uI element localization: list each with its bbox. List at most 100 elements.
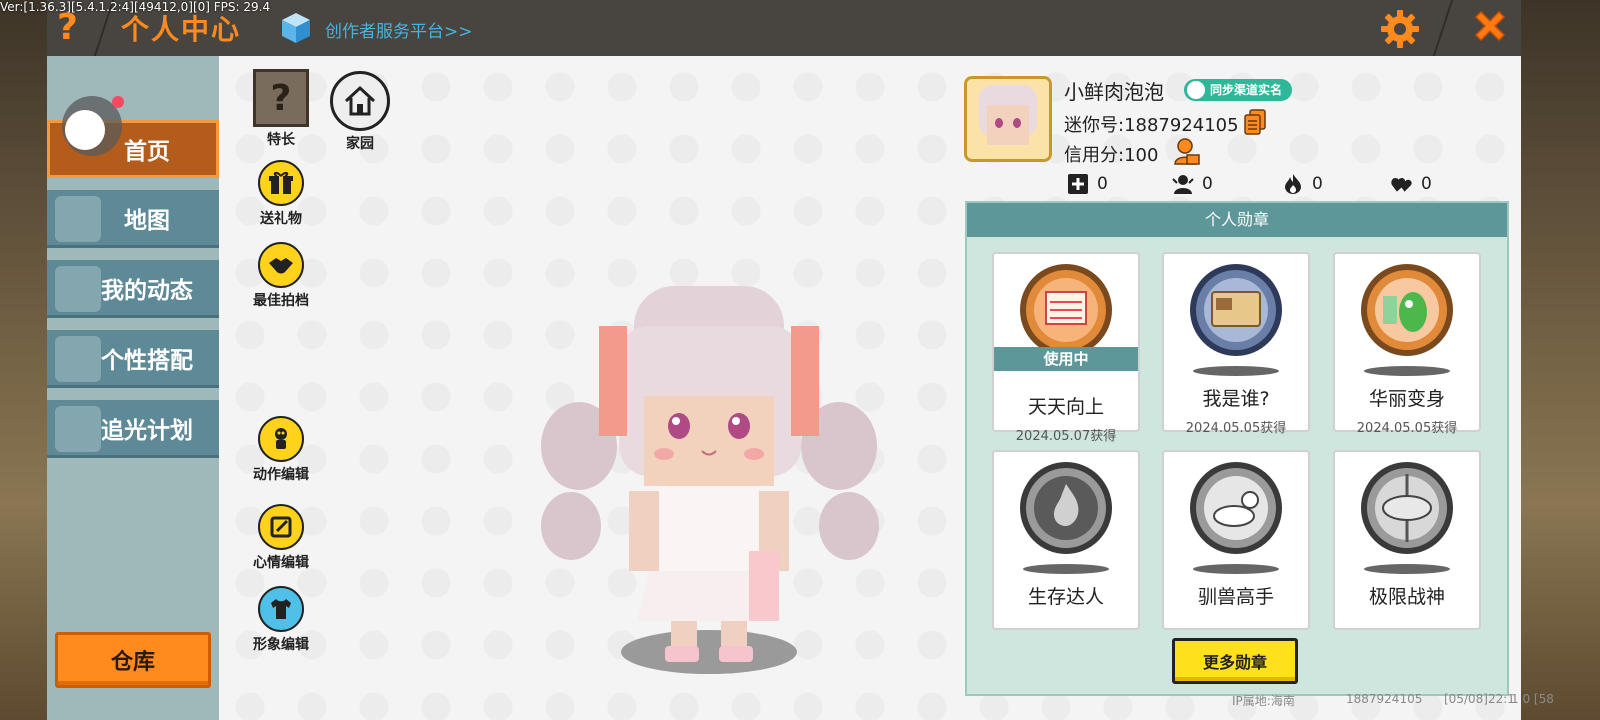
gift-icon <box>258 160 304 206</box>
mini-id: 迷你号:1887924105 <box>1064 115 1239 136</box>
house-icon <box>330 71 390 131</box>
sidebar-item-label: 个性搭配 <box>101 347 193 374</box>
verify-badge-label: 同步渠道实名 <box>1210 83 1283 97</box>
verify-badge[interactable]: 同步渠道实名 <box>1184 79 1293 101</box>
growth-medal-icon <box>1020 264 1112 356</box>
badge-card[interactable]: 驯兽高手 <box>1162 450 1310 630</box>
mood-edit-button[interactable]: 心情编辑 <box>246 504 316 572</box>
version-overlay: Ver:[1.36.3][5.4.1.2:4][49412,0][0] FPS:… <box>0 0 271 14</box>
look-edit-label: 形象编辑 <box>253 637 309 653</box>
sidebar-item-label: 我的动态 <box>101 277 193 304</box>
warehouse-button[interactable]: 仓库 <box>55 632 211 688</box>
main-panel: ? 特长 家园 送礼物 最佳拍档 动作编辑 心情编辑 形象编辑 小鲜肉泡泡 同步… <box>219 56 1554 720</box>
medal-shadow <box>1193 366 1279 376</box>
best-partner-button[interactable]: 最佳拍档 <box>246 242 316 310</box>
badge-name: 我是谁? <box>1202 388 1270 410</box>
gift-button[interactable]: 送礼物 <box>246 160 316 228</box>
sidebar-item-outfit[interactable]: 个性搭配 <box>47 330 219 388</box>
badge-name: 驯兽高手 <box>1197 586 1274 608</box>
avatar[interactable] <box>964 76 1052 162</box>
hearts-icon <box>1391 177 1412 192</box>
badge-panel: 个人勋章 使用中 天天向上 2024.05.07获得 我是谁? 2024.05.… <box>965 201 1509 696</box>
medal-shadow <box>1364 564 1450 574</box>
badge-card[interactable]: 华丽变身 2024.05.05获得 <box>1333 252 1481 436</box>
stat-plus-value: 0 <box>1097 174 1108 194</box>
user-verify-icon <box>1187 81 1205 99</box>
gift-label: 送礼物 <box>260 211 302 227</box>
in-use-tag: 使用中 <box>994 347 1138 371</box>
creator-platform-link[interactable]: 创作者服务平台>> <box>325 17 473 42</box>
credit-score: 信用分:100 <box>1064 145 1159 166</box>
sidebar-item-map[interactable]: 地图 <box>47 190 219 248</box>
edit-icon <box>258 504 304 550</box>
identity-medal-icon <box>1190 264 1282 356</box>
more-badges-button[interactable]: 更多勋章 <box>1172 638 1298 684</box>
avatar-character[interactable] <box>519 286 939 720</box>
handshake-icon <box>258 242 304 288</box>
medal-shadow <box>1193 564 1279 574</box>
plan-icon <box>55 406 101 452</box>
motion-edit-label: 动作编辑 <box>253 467 309 483</box>
stat-fans[interactable]: 0 <box>1172 173 1213 195</box>
sidebar-item-label: 地图 <box>124 207 170 234</box>
look-edit-button[interactable]: 形象编辑 <box>246 586 316 654</box>
notification-dot <box>112 96 124 108</box>
stat-likes[interactable]: 0 <box>1391 173 1432 195</box>
profile-window: ? 个人中心 创作者服务平台>> 首页 地图 我的动态 个性搭配 追光计划 仓库… <box>47 0 1554 720</box>
boss-medal-icon <box>1361 462 1453 554</box>
badge-name: 天天向上 <box>1027 396 1104 418</box>
footer-uid: 1887924105 <box>1346 692 1423 706</box>
credit-user-icon[interactable] <box>1174 138 1200 166</box>
specialty-button[interactable]: ? 特长 <box>246 69 316 149</box>
badge-name: 生存达人 <box>1027 586 1104 608</box>
footer-time: [05/08]22:1 <box>1444 692 1515 706</box>
gear-icon[interactable] <box>1380 9 1420 49</box>
tamer-medal-icon <box>1190 462 1282 554</box>
badge-card[interactable]: 极限战神 <box>1333 450 1481 630</box>
sidebar: 首页 地图 我的动态 个性搭配 追光计划 仓库 <box>47 56 219 720</box>
close-icon[interactable] <box>1470 8 1510 48</box>
map-icon <box>55 196 101 242</box>
badge-card[interactable]: 使用中 天天向上 2024.05.07获得 <box>992 252 1140 444</box>
bell-icon <box>55 266 101 312</box>
home-button[interactable]: 家园 <box>325 71 395 153</box>
stat-fans-value: 0 <box>1202 174 1213 194</box>
stat-fire-value: 0 <box>1312 174 1323 194</box>
sidebar-item-dynamics[interactable]: 我的动态 <box>47 260 219 318</box>
floating-ball-core <box>65 110 105 150</box>
divider <box>1432 0 1454 56</box>
badge-card[interactable]: 生存达人 <box>992 450 1140 630</box>
shirt-icon <box>258 586 304 632</box>
motion-edit-button[interactable]: 动作编辑 <box>246 416 316 484</box>
survival-medal-icon <box>1020 462 1112 554</box>
badge-name: 极限战神 <box>1368 586 1445 608</box>
footer-extra: 1 0 [58 <box>1511 692 1554 706</box>
badge-date: 2024.05.07获得 <box>1015 429 1117 444</box>
specialty-label: 特长 <box>267 132 295 148</box>
medal-shadow <box>1023 564 1109 574</box>
plus-icon <box>1068 174 1088 194</box>
stat-likes-value: 0 <box>1421 174 1432 194</box>
best-partner-label: 最佳拍档 <box>253 293 309 309</box>
badge-date: 2024.05.05获得 <box>1185 421 1287 436</box>
mood-edit-label: 心情编辑 <box>253 555 309 571</box>
transform-medal-icon <box>1361 264 1453 356</box>
stat-fire[interactable]: 0 <box>1282 173 1323 195</box>
cube-icon[interactable] <box>281 12 311 44</box>
sidebar-item-label: 追光计划 <box>101 417 193 444</box>
badge-name: 华丽变身 <box>1368 388 1445 410</box>
copy-icon[interactable] <box>1244 109 1266 135</box>
page-title: 个人中心 <box>121 13 242 46</box>
home-label: 家园 <box>346 136 374 152</box>
ip-location: IP属地:海南 <box>1232 694 1295 708</box>
nickname: 小鲜肉泡泡 <box>1064 80 1164 104</box>
fire-icon <box>1285 174 1301 194</box>
floating-assist-ball[interactable] <box>62 96 124 156</box>
fan-icon <box>1172 175 1194 194</box>
badge-card[interactable]: 我是谁? 2024.05.05获得 <box>1162 252 1310 436</box>
stat-plus[interactable]: 0 <box>1067 173 1108 195</box>
outfit-icon <box>55 336 101 382</box>
badge-date: 2024.05.05获得 <box>1356 421 1458 436</box>
sidebar-item-chase-light[interactable]: 追光计划 <box>47 400 219 458</box>
question-block-icon: ? <box>253 69 309 127</box>
